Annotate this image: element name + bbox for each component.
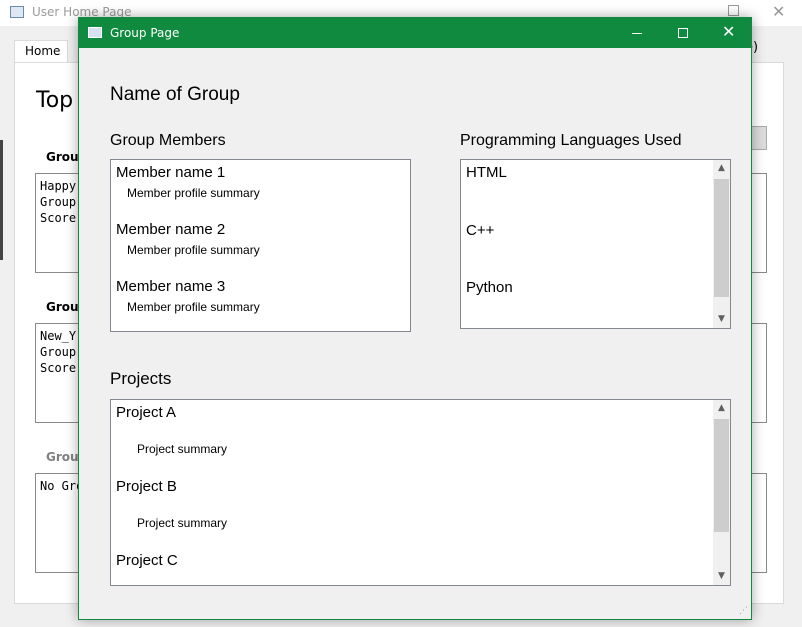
languages-list[interactable]: HTML C++ Python ▲ ▼ [460,159,731,329]
minimize-button[interactable] [614,18,660,48]
window-icon [88,27,102,38]
background-edge [0,140,3,260]
project-summary-b: Project summary [137,516,228,530]
background-right-box-1 [750,173,767,273]
minimize-icon [632,33,642,34]
dialog-title: Group Page [110,26,180,40]
scroll-down-arrow-icon[interactable]: ▼ [713,311,730,328]
resize-grip-icon[interactable]: ⋰ [739,606,748,616]
scroll-up-arrow-icon[interactable]: ▲ [713,400,730,417]
group-box-1-text: Happy Group Score: [40,179,84,225]
scroll-up-arrow-icon[interactable]: ▲ [713,160,730,177]
background-right-field[interactable] [750,126,767,150]
language-item-3[interactable]: Python [466,279,513,296]
group-box-3-text: No Gro [40,479,84,493]
member-name-1[interactable]: Member name 1 [116,164,225,181]
projects-scrollbar[interactable]: ▲ ▼ [713,400,730,585]
window-icon [10,6,24,18]
background-heading: Top [36,88,74,113]
project-name-c[interactable]: Project C [116,552,178,569]
languages-heading: Programming Languages Used [460,132,682,149]
languages-scrollbar[interactable]: ▲ ▼ [713,160,730,328]
member-summary-3: Member profile summary [127,300,260,314]
member-summary-2: Member profile summary [127,243,260,257]
languages-scroll-thumb[interactable] [714,179,729,297]
close-icon[interactable]: ✕ [772,2,785,21]
projects-scroll-thumb[interactable] [714,419,729,532]
project-name-b[interactable]: Project B [116,478,177,495]
members-list[interactable]: Member name 1 Member profile summary Mem… [110,159,411,332]
dialog-titlebar[interactable]: Group Page ✕ [79,18,751,48]
projects-list[interactable]: Project A Project summary Project B Proj… [110,399,731,586]
maximize-icon [678,28,688,38]
member-name-3[interactable]: Member name 3 [116,278,225,295]
maximize-icon[interactable] [728,5,739,16]
close-button[interactable]: ✕ [706,18,752,48]
projects-heading: Projects [110,369,172,388]
group-box-2-text: New_Y Group Score: [40,329,84,375]
maximize-button[interactable] [660,18,706,48]
tab-home[interactable]: Home [14,40,68,62]
background-right-box-2 [750,323,767,423]
group-page-dialog: Group Page ✕ Name of Group Group Members… [78,17,752,620]
member-name-2[interactable]: Member name 2 [116,221,225,238]
project-summary-a: Project summary [137,442,228,456]
scroll-down-arrow-icon[interactable]: ▼ [713,568,730,585]
background-right-box-3 [750,473,767,573]
group-name-heading: Name of Group [110,84,240,105]
members-heading: Group Members [110,132,226,149]
language-item-2[interactable]: C++ [466,222,494,239]
member-summary-1: Member profile summary [127,186,260,200]
project-name-a[interactable]: Project A [116,404,176,421]
language-item-1[interactable]: HTML [466,164,507,181]
close-icon: ✕ [722,22,736,41]
